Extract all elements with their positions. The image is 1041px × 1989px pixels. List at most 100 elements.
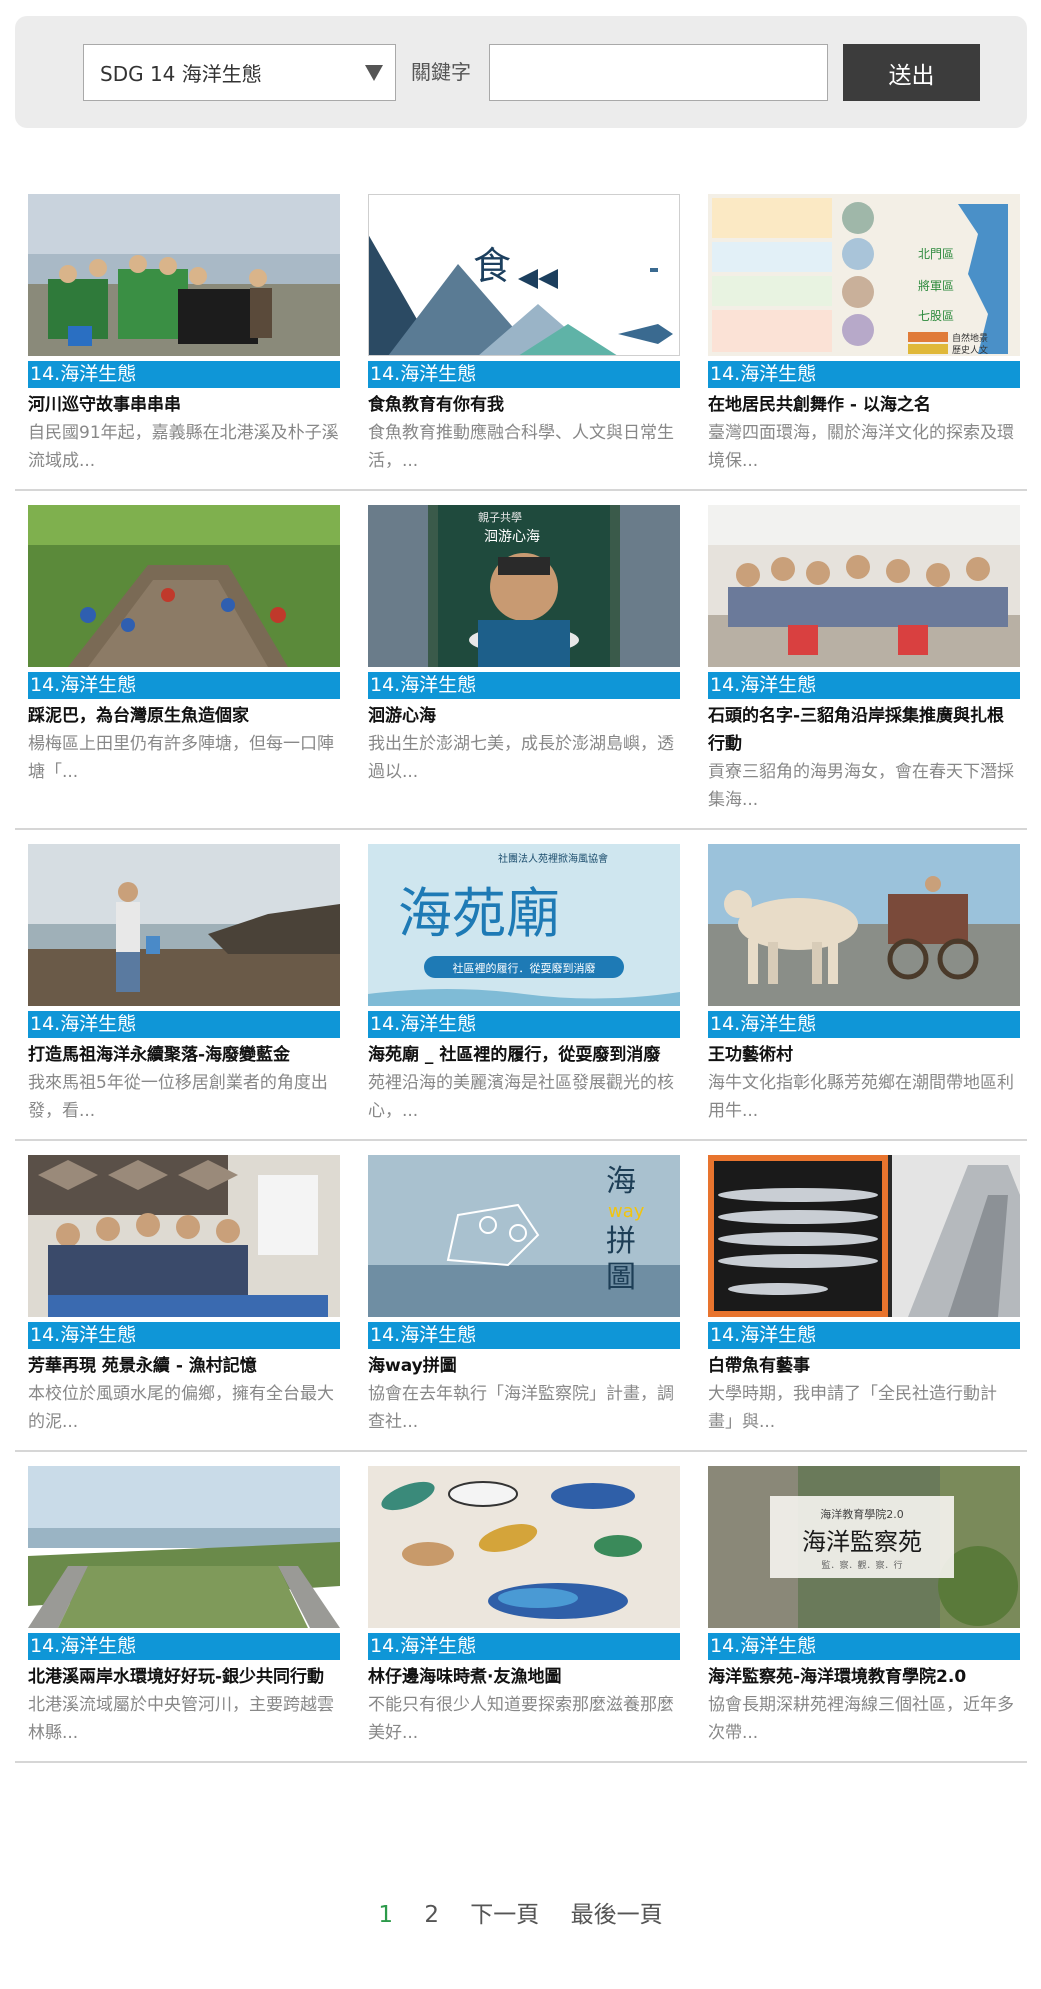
result-card[interactable]: 海洋教育學院2.0 海洋監察苑 監．察．觀．察．行 14.海洋生態 海洋監察苑-… xyxy=(708,1466,1020,1751)
result-card[interactable]: 北門區 將軍區 七股區 自然地景 歷史人文 14.海洋生態 在地居民共創舞作 -… xyxy=(708,194,1020,479)
map-label: 七股區 xyxy=(918,309,954,323)
map-label: 北門區 xyxy=(918,247,954,261)
category-tag: 14.海洋生態 xyxy=(368,1322,680,1349)
category-tag: 14.海洋生態 xyxy=(28,361,340,388)
thumb-char-text: 拼 xyxy=(606,1224,636,1259)
results-row: 14.海洋生態 踩泥巴，為台灣原生魚造個家 楊梅區上田里仍有許多陣塘，但每一口陣… xyxy=(15,491,1027,830)
result-card[interactable]: 14.海洋生態 北港溪兩岸水環境好好玩-銀少共同行動 北港溪流域屬於中央管河川，… xyxy=(28,1466,340,1751)
thumb-char-text: 食 xyxy=(473,244,511,288)
results-row: 14.海洋生態 北港溪兩岸水環境好好玩-銀少共同行動 北港溪流域屬於中央管河川，… xyxy=(15,1452,1027,1763)
page-link-current[interactable]: 1 xyxy=(378,1902,393,1928)
result-card[interactable]: 14.海洋生態 踩泥巴，為台灣原生魚造個家 楊梅區上田里仍有許多陣塘，但每一口陣… xyxy=(28,505,340,818)
category-tag: 14.海洋生態 xyxy=(28,672,340,699)
map-label: 將軍區 xyxy=(918,278,954,293)
card-thumbnail: 海 way 拼 圖 xyxy=(368,1155,680,1317)
card-description: 食魚教育推動應融合科學、人文與日常生活，... xyxy=(368,423,674,471)
card-title: 海洋監察苑-海洋環境教育學院2.0 xyxy=(708,1667,967,1687)
last-page-link[interactable]: 最後一頁 xyxy=(571,1902,663,1928)
thumb-caption: 海洋教育學院2.0 xyxy=(820,1507,904,1521)
card-description: 苑裡沿海的美麗濱海是社區發展觀光的核心，... xyxy=(368,1073,674,1121)
next-page-link[interactable]: 下一頁 xyxy=(470,1902,539,1928)
card-title: 白帶魚有藝事 xyxy=(708,1356,810,1376)
card-description: 協會長期深耕苑裡海線三個社區，近年多次帶... xyxy=(708,1695,1014,1743)
dropdown-arrow-icon xyxy=(365,64,383,81)
card-title: 北港溪兩岸水環境好好玩-銀少共同行動 xyxy=(28,1667,325,1687)
card-title: 石頭的名字-三貂角沿岸採集推廣與扎根行動 xyxy=(708,706,1005,754)
page-link[interactable]: 2 xyxy=(424,1902,439,1928)
thumb-title-text: 洄游心海 xyxy=(484,529,540,545)
keyword-input[interactable] xyxy=(489,44,828,101)
legend-label: 自然地景 xyxy=(952,332,988,344)
card-description: 不能只有很少人知道要探索那麼滋養那麼美好... xyxy=(368,1695,674,1743)
results-row: 14.海洋生態 河川巡守故事串串串 自民國91年起，嘉義縣在北港溪及朴子溪流域成… xyxy=(15,180,1027,491)
results-grid: 14.海洋生態 河川巡守故事串串串 自民國91年起，嘉義縣在北港溪及朴子溪流域成… xyxy=(15,180,1027,1763)
card-description: 我來馬祖5年從一位移居創業者的角度出發，看... xyxy=(28,1073,328,1121)
category-tag: 14.海洋生態 xyxy=(708,1633,1020,1660)
thumb-char-text: 海 xyxy=(606,1164,636,1199)
result-card[interactable]: 14.海洋生態 河川巡守故事串串串 自民國91年起，嘉義縣在北港溪及朴子溪流域成… xyxy=(28,194,340,479)
card-thumbnail xyxy=(708,844,1020,1006)
card-description: 本校位於風頭水尾的偏鄉，擁有全台最大的泥... xyxy=(28,1384,334,1432)
thumb-org-text: 社團法人苑裡掀海風協會 xyxy=(498,852,608,865)
submit-button[interactable]: 送出 xyxy=(843,44,980,101)
category-tag: 14.海洋生態 xyxy=(368,361,680,388)
card-title: 踩泥巴，為台灣原生魚造個家 xyxy=(28,706,249,726)
card-thumbnail: 社團法人苑裡掀海風協會 海苑廟 社區裡的履行．從耍廢到消廢 xyxy=(368,844,680,1006)
thumb-char-text: 圖 xyxy=(606,1260,636,1295)
sdg-select[interactable]: SDG 14 海洋生態 xyxy=(83,44,396,101)
category-tag: 14.海洋生態 xyxy=(368,672,680,699)
card-title: 林仔邊海味時煮·友漁地圖 xyxy=(368,1667,562,1687)
category-tag: 14.海洋生態 xyxy=(368,1633,680,1660)
category-tag: 14.海洋生態 xyxy=(708,1011,1020,1038)
card-title: 芳華再現 苑景永續 - 漁村記憶 xyxy=(28,1356,257,1376)
result-card[interactable]: 海 way 拼 圖 14.海洋生態 海way拼圖 協會在去年執行「海洋監察院」計… xyxy=(368,1155,680,1440)
result-card[interactable]: 14.海洋生態 石頭的名字-三貂角沿岸採集推廣與扎根行動 貢寮三貂角的海男海女，… xyxy=(708,505,1020,818)
card-title: 洄游心海 xyxy=(368,706,436,726)
category-tag: 14.海洋生態 xyxy=(708,361,1020,388)
card-thumbnail: 北門區 將軍區 七股區 自然地景 歷史人文 xyxy=(708,194,1020,356)
card-title: 打造馬祖海洋永續聚落-海廢變藍金 xyxy=(28,1045,291,1065)
result-card[interactable]: 14.海洋生態 芳華再現 苑景永續 - 漁村記憶 本校位於風頭水尾的偏鄉，擁有全… xyxy=(28,1155,340,1440)
result-card[interactable]: 14.海洋生態 打造馬祖海洋永續聚落-海廢變藍金 我來馬祖5年從一位移居創業者的… xyxy=(28,844,340,1129)
card-title: 海苑廟 _ 社區裡的履行，從耍廢到消廢 xyxy=(368,1045,661,1065)
card-title: 食魚教育有你有我 xyxy=(368,395,504,415)
card-description: 協會在去年執行「海洋監察院」計畫，調查社... xyxy=(368,1384,674,1432)
card-description: 貢寮三貂角的海男海女，會在春天下潛採集海... xyxy=(708,762,1014,810)
thumb-subtitle-text: 監．察．觀．察．行 xyxy=(821,1559,902,1571)
card-description: 北港溪流域屬於中央管河川，主要跨越雲林縣... xyxy=(28,1695,334,1743)
result-card[interactable]: 14.海洋生態 林仔邊海味時煮·友漁地圖 不能只有很少人知道要探索那麼滋養那麼美… xyxy=(368,1466,680,1751)
card-description: 大學時期，我申請了「全民社造行動計畫」與... xyxy=(708,1384,997,1432)
result-card[interactable]: 14.海洋生態 王功藝術村 海牛文化指彰化縣芳苑鄉在潮間帶地區利用牛... xyxy=(708,844,1020,1129)
keyword-label: 關鍵字 xyxy=(411,60,471,84)
card-thumbnail xyxy=(708,505,1020,667)
results-row: 14.海洋生態 打造馬祖海洋永續聚落-海廢變藍金 我來馬祖5年從一位移居創業者的… xyxy=(15,830,1027,1141)
card-thumbnail xyxy=(28,505,340,667)
sdg-select-value: SDG 14 海洋生態 xyxy=(100,62,262,86)
card-thumbnail xyxy=(28,194,340,356)
card-thumbnail: 海洋教育學院2.0 海洋監察苑 監．察．觀．察．行 xyxy=(708,1466,1020,1628)
result-card[interactable]: 14.海洋生態 白帶魚有藝事 大學時期，我申請了「全民社造行動計畫」與... xyxy=(708,1155,1020,1440)
card-thumbnail xyxy=(28,1466,340,1628)
category-tag: 14.海洋生態 xyxy=(708,1322,1020,1349)
category-tag: 14.海洋生態 xyxy=(28,1011,340,1038)
result-card[interactable]: 社團法人苑裡掀海風協會 海苑廟 社區裡的履行．從耍廢到消廢 14.海洋生態 海苑… xyxy=(368,844,680,1129)
card-description: 楊梅區上田里仍有許多陣塘，但每一口陣塘「... xyxy=(28,734,334,782)
category-tag: 14.海洋生態 xyxy=(368,1011,680,1038)
card-description: 海牛文化指彰化縣芳苑鄉在潮間帶地區利用牛... xyxy=(708,1073,1014,1121)
thumb-title-text: 海洋監察苑 xyxy=(802,1528,922,1556)
card-title: 河川巡守故事串串串 xyxy=(28,395,181,415)
thumb-char-text: way xyxy=(608,1201,645,1222)
card-description: 自民國91年起，嘉義縣在北港溪及朴子溪流域成... xyxy=(28,423,339,471)
result-card[interactable]: 食 14.海洋生態 食魚教育有你有我 食魚教育推動應融合科學、人文與日常生活，.… xyxy=(368,194,680,479)
result-card[interactable]: 親子共學 洄游心海 14.海洋生態 洄游心海 我出生於澎湖七美，成長於澎湖島嶼，… xyxy=(368,505,680,818)
card-thumbnail xyxy=(28,1155,340,1317)
card-thumbnail xyxy=(708,1155,1020,1317)
category-tag: 14.海洋生態 xyxy=(28,1633,340,1660)
card-title: 海way拼圖 xyxy=(368,1356,457,1376)
card-title: 王功藝術村 xyxy=(708,1045,793,1065)
card-title: 在地居民共創舞作 - 以海之名 xyxy=(708,395,931,415)
thumb-caption: 親子共學 xyxy=(478,511,522,524)
pagination: 1 2 下一頁 最後一頁 xyxy=(0,1895,1041,1929)
category-tag: 14.海洋生態 xyxy=(28,1322,340,1349)
card-thumbnail: 親子共學 洄游心海 xyxy=(368,505,680,667)
